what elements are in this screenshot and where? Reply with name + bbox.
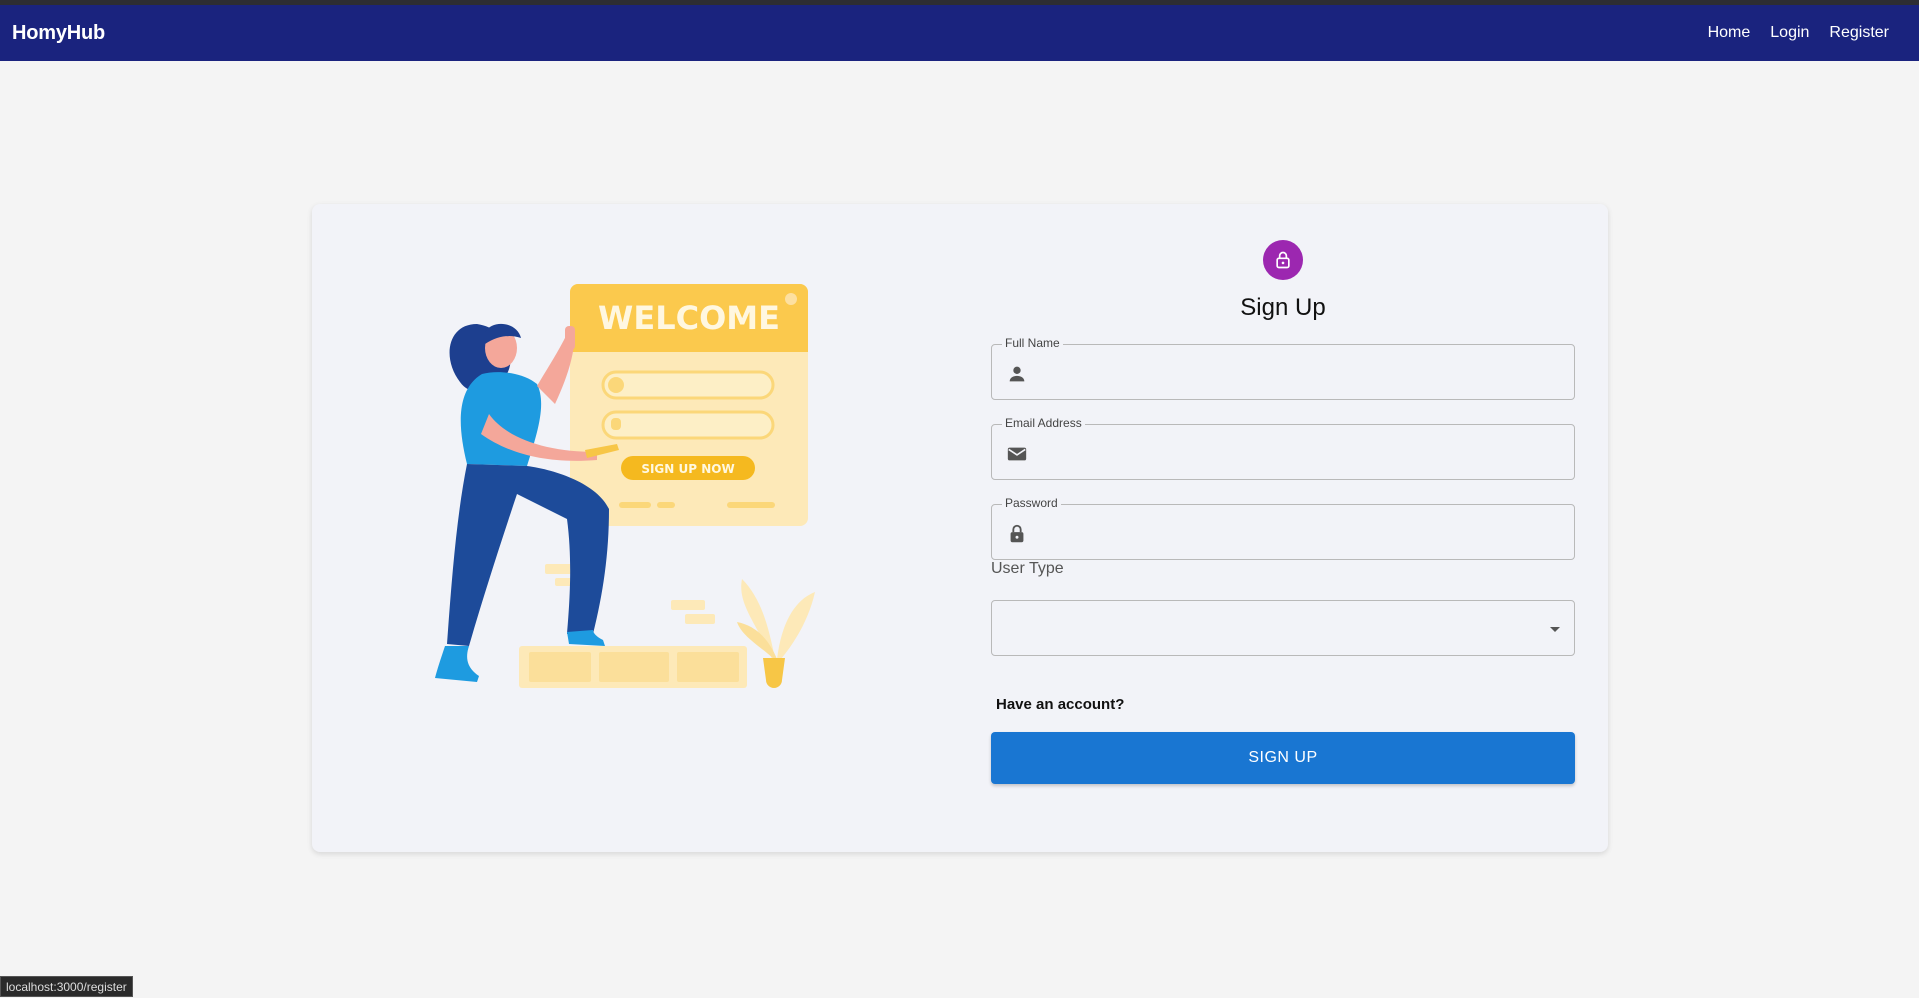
lock-icon [1010, 524, 1024, 543]
user-type-label: User Type [991, 560, 1064, 577]
dropdown-caret-icon [1550, 627, 1560, 632]
nav-login-link[interactable]: Login [1770, 24, 1809, 42]
person-icon [1009, 366, 1025, 382]
signup-now-text: SIGN UP NOW [641, 462, 734, 476]
welcome-illustration: WELCOME SIGN UP NOW [435, 284, 815, 688]
nav-home-link[interactable]: Home [1708, 24, 1751, 42]
panel-input-2 [601, 410, 775, 440]
password-input[interactable] [1040, 505, 1564, 561]
password-field[interactable]: Password [991, 496, 1575, 561]
signup-card: WELCOME SIGN UP NOW Sign Up Full Name Em… [312, 204, 1608, 852]
page-title: Sign Up [1240, 294, 1326, 321]
woman-pants [447, 464, 609, 646]
navbar: HomyHub Home Login Register [0, 5, 1919, 61]
full-name-input[interactable] [1040, 345, 1564, 401]
mail-icon [1007, 447, 1027, 461]
email-input[interactable] [1040, 425, 1564, 481]
woman-shoe-left [435, 646, 479, 682]
nav-links: Home Login Register [1708, 5, 1889, 61]
user-type-select[interactable] [991, 600, 1575, 656]
panel-input-1 [601, 370, 775, 400]
welcome-text: WELCOME [598, 299, 780, 337]
panel-close-dot [785, 293, 797, 305]
woman-shoe-right [567, 630, 605, 646]
have-account-link[interactable]: Have an account? [996, 696, 1124, 713]
sign-up-button[interactable]: SIGN UP [991, 732, 1575, 784]
nav-register-link[interactable]: Register [1829, 24, 1889, 42]
status-url: localhost:3000/register [0, 976, 133, 997]
full-name-field[interactable]: Full Name [991, 336, 1575, 401]
brand-logo[interactable]: HomyHub [12, 5, 105, 61]
email-field[interactable]: Email Address [991, 416, 1575, 481]
plant-pot [763, 658, 785, 688]
lock-avatar [1263, 240, 1303, 280]
lock-open-icon [1276, 251, 1290, 269]
